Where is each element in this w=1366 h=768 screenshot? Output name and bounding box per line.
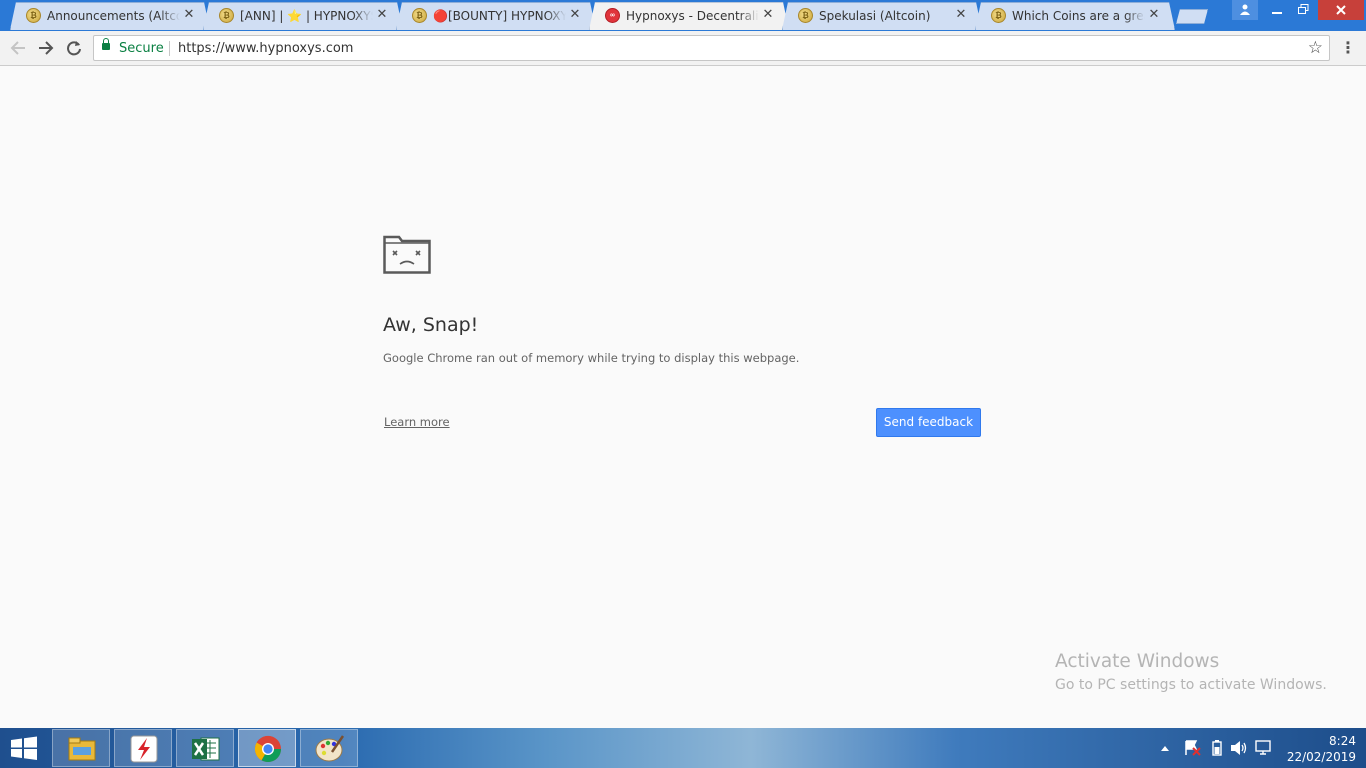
windows-start-button[interactable] — [8, 736, 40, 760]
bitcoin-favicon-icon: ₿ — [26, 8, 41, 23]
security-label: Secure — [119, 41, 164, 56]
error-heading: Aw, Snap! — [383, 314, 479, 336]
error-message: Google Chrome ran out of memory while tr… — [383, 351, 800, 365]
windows-taskbar: 8:24 22/02/2019 — [0, 728, 1366, 768]
file-explorer-icon — [68, 737, 96, 761]
tab-close-icon[interactable]: ✕ — [954, 8, 968, 22]
tab-close-icon[interactable]: ✕ — [568, 8, 582, 22]
address-separator — [169, 41, 170, 56]
tab-close-icon[interactable]: ✕ — [761, 8, 775, 22]
clock-time[interactable]: 8:24 — [1306, 734, 1356, 748]
tab-title: Hypnoxys - Decentralizing — [626, 9, 759, 23]
error-page: Aw, Snap! Google Chrome ran out of memor… — [0, 66, 1366, 728]
tab-title: Which Coins are a great buy — [1012, 9, 1145, 23]
action-center-flag-icon[interactable] — [1183, 740, 1201, 756]
taskbar-paint[interactable] — [300, 729, 358, 767]
back-button[interactable] — [7, 37, 29, 59]
tab-announcements[interactable]: ₿ Announcements (Altcoins) ✕ — [10, 2, 210, 30]
clock-date[interactable]: 22/02/2019 — [1284, 750, 1356, 764]
volume-icon[interactable] — [1230, 740, 1248, 756]
tab-title: Spekulasi (Altcoin) — [819, 9, 931, 23]
tab-which-coins[interactable]: ₿ Which Coins are a great buy ✕ — [975, 2, 1175, 30]
tab-title: Announcements (Altcoins) — [47, 9, 180, 23]
person-icon — [1240, 4, 1250, 15]
bitcoin-favicon-icon: ₿ — [798, 8, 813, 23]
bitcoin-favicon-icon: ₿ — [991, 8, 1006, 23]
taskbar-excel[interactable] — [176, 729, 234, 767]
tab-title: 🔴[BOUNTY] HYPNOXYS — [433, 9, 566, 23]
reload-button[interactable] — [63, 37, 85, 59]
flashget-icon — [130, 735, 158, 763]
bookmark-star-icon[interactable]: ☆ — [1308, 38, 1323, 58]
bitcoin-favicon-icon: ₿ — [219, 8, 234, 23]
battery-icon[interactable] — [1211, 740, 1223, 756]
learn-more-link[interactable]: Learn more — [384, 415, 450, 429]
hypnoxys-favicon-icon: ∞ — [605, 8, 620, 23]
chrome-icon — [254, 735, 282, 763]
forward-arrow-icon — [39, 41, 54, 55]
minimize-button[interactable] — [1264, 0, 1290, 20]
tab-spekulasi[interactable]: ₿ Spekulasi (Altcoin) ✕ — [782, 2, 982, 30]
show-hidden-icons-button[interactable] — [1160, 744, 1170, 752]
lock-icon — [102, 38, 110, 50]
restore-icon — [1297, 4, 1308, 14]
profile-button[interactable] — [1232, 0, 1258, 20]
window-close-button[interactable] — [1318, 0, 1364, 20]
taskbar-file-explorer[interactable] — [52, 729, 110, 767]
activation-watermark-title: Activate Windows — [1055, 651, 1220, 672]
reload-icon — [67, 41, 81, 56]
network-icon[interactable] — [1255, 740, 1273, 756]
chrome-menu-button[interactable]: ⋮ — [1340, 37, 1356, 59]
excel-icon — [192, 737, 220, 761]
tab-ann-hypnoxys[interactable]: ₿ [ANN] | ⭐ | HYPNOXYS - Decentralizing … — [203, 2, 403, 30]
tab-close-icon[interactable]: ✕ — [375, 8, 389, 22]
back-arrow-icon — [10, 41, 25, 55]
tab-close-icon[interactable]: ✕ — [182, 8, 196, 22]
paint-icon — [315, 735, 345, 762]
activation-watermark-subtitle: Go to PC settings to activate Windows. — [1055, 677, 1327, 693]
bitcoin-favicon-icon: ₿ — [412, 8, 427, 23]
url-text[interactable]: https://www.hypnoxys.com — [178, 41, 353, 56]
tab-bounty-hypnoxys[interactable]: ₿ 🔴[BOUNTY] HYPNOXYS ✕ — [396, 2, 596, 30]
browser-toolbar: Secure https://www.hypnoxys.com ☆ ⋮ — [0, 31, 1366, 66]
tab-title: [ANN] | ⭐ | HYPNOXYS - Decentralizing — [240, 9, 373, 23]
address-bar[interactable]: Secure https://www.hypnoxys.com ☆ — [93, 35, 1330, 61]
taskbar-flashget[interactable] — [114, 729, 172, 767]
browser-titlebar: ₿ Announcements (Altcoins) ✕ ₿ [ANN] | ⭐… — [0, 0, 1366, 31]
restore-button[interactable] — [1290, 0, 1316, 20]
taskbar-chrome[interactable] — [238, 729, 296, 767]
new-tab-button[interactable] — [1176, 9, 1208, 24]
sad-tab-icon — [383, 235, 431, 274]
minimize-icon — [1272, 12, 1282, 14]
send-feedback-button[interactable]: Send feedback — [876, 408, 981, 437]
tab-hypnoxys[interactable]: ∞ Hypnoxys - Decentralizing ✕ — [589, 2, 789, 30]
close-icon — [1336, 5, 1346, 15]
forward-button[interactable] — [35, 37, 57, 59]
tab-close-icon[interactable]: ✕ — [1147, 8, 1161, 22]
